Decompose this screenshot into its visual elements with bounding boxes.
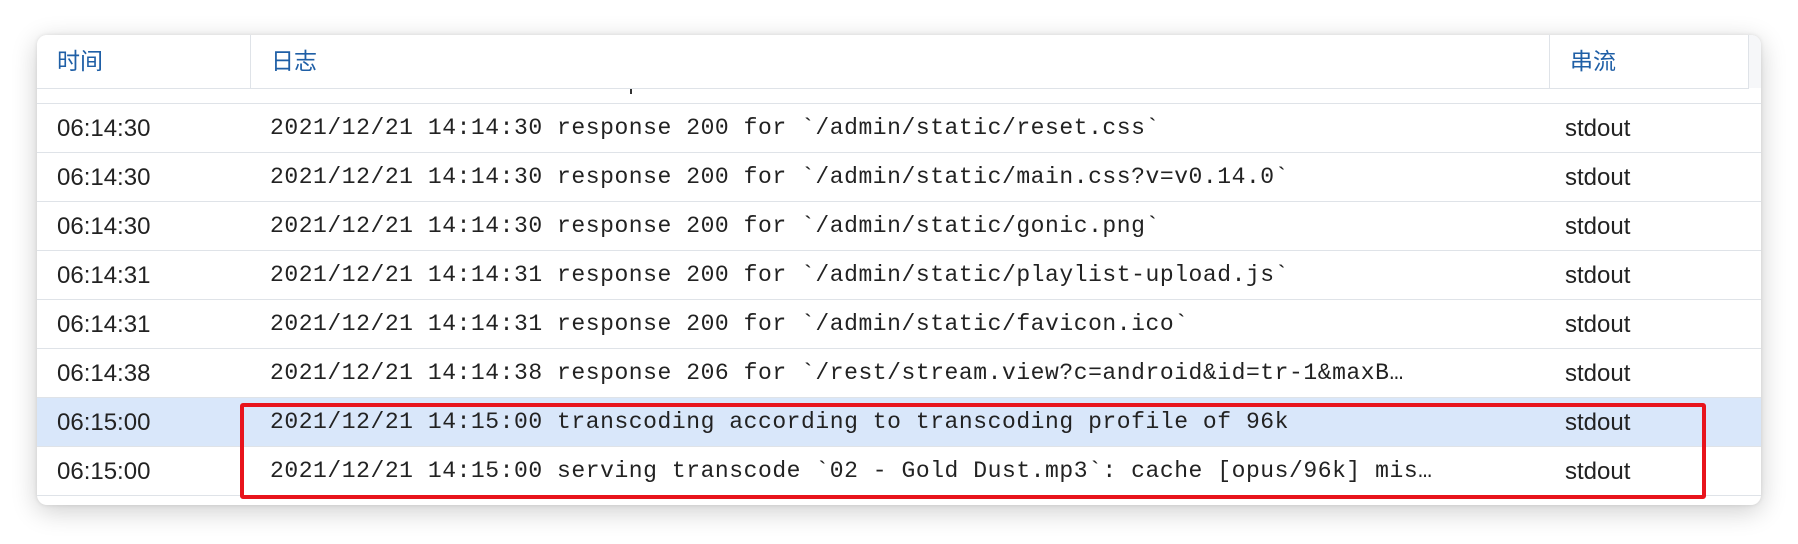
log-stream-cell: stdout [1565, 213, 1631, 240]
table-row[interactable]: 06:14:30 2021/12/21 14:14:30 response 200… [37, 153, 1761, 202]
table-row[interactable]: 06:14:31 2021/12/21 14:14:31 response 200… [37, 300, 1761, 349]
log-stream-cell: stdout [1565, 164, 1631, 191]
table-row[interactable]: 06:15:00 2021/12/21 14:15:00 transcoding … [37, 398, 1761, 447]
log-message-cell: 2021/12/21 14:14:31 response 200 for `/a… [270, 262, 1290, 288]
log-time-cell: 06:15:00 [57, 458, 151, 485]
log-stream-cell: stdout [1565, 458, 1631, 485]
log-message-cell: 2021/12/21 14:14:38 response 206 for `/r… [270, 360, 1404, 386]
log-message-cell: 2021/12/21 14:14:30 response 200 for `/a… [270, 115, 1160, 141]
header-scrollbar-gutter [1748, 35, 1761, 88]
log-time-cell: 06:14:31 [57, 262, 151, 289]
log-time-cell: 06:14:30 [57, 164, 151, 191]
log-stream-cell: stdout [1565, 262, 1631, 289]
log-message-cell: 2021/12/21 14:14:31 response 200 for `/a… [270, 311, 1189, 337]
log-time-cell: 06:14:30 [57, 115, 151, 142]
log-window: 时间 日志 串流 06:14:30 2021/12/21 14:14:30 res… [37, 35, 1761, 505]
log-stream-cell: stdout [1565, 115, 1631, 142]
table-row[interactable]: 06:14:38 2021/12/21 14:14:38 response 206… [37, 349, 1761, 398]
log-stream-cell: stdout [1565, 409, 1631, 436]
log-message-cell: 2021/12/21 14:14:30 response 200 for `/a… [270, 164, 1290, 190]
log-table-body: 06:14:30 2021/12/21 14:14:30 response 200… [37, 104, 1761, 496]
table-row[interactable]: 06:14:30 2021/12/21 14:14:30 response 200… [37, 104, 1761, 153]
log-time-cell: 06:14:38 [57, 360, 151, 387]
log-message-cell: 2021/12/21 14:15:00 transcoding accordin… [270, 409, 1290, 435]
clipped-log-row [37, 89, 1761, 104]
column-header-stream[interactable]: 串流 [1549, 35, 1749, 88]
table-row[interactable]: 06:15:00 2021/12/21 14:15:00 serving tran… [37, 447, 1761, 496]
column-header-time[interactable]: 时间 [37, 35, 250, 88]
log-stream-cell: stdout [1565, 311, 1631, 338]
log-time-cell: 06:14:30 [57, 213, 151, 240]
log-message-cell: 2021/12/21 14:14:30 response 200 for `/a… [270, 213, 1160, 239]
table-row[interactable]: 06:14:30 2021/12/21 14:14:30 response 200… [37, 202, 1761, 251]
log-stream-cell: stdout [1565, 360, 1631, 387]
table-row[interactable]: 06:14:31 2021/12/21 14:14:31 response 200… [37, 251, 1761, 300]
log-time-cell: 06:15:00 [57, 409, 151, 436]
log-time-cell: 06:14:31 [57, 311, 151, 338]
table-header: 时间 日志 串流 [37, 35, 1749, 89]
clipped-text-fragment [630, 89, 632, 94]
column-header-log[interactable]: 日志 [250, 35, 1549, 88]
log-message-cell: 2021/12/21 14:15:00 serving transcode `0… [270, 458, 1433, 484]
